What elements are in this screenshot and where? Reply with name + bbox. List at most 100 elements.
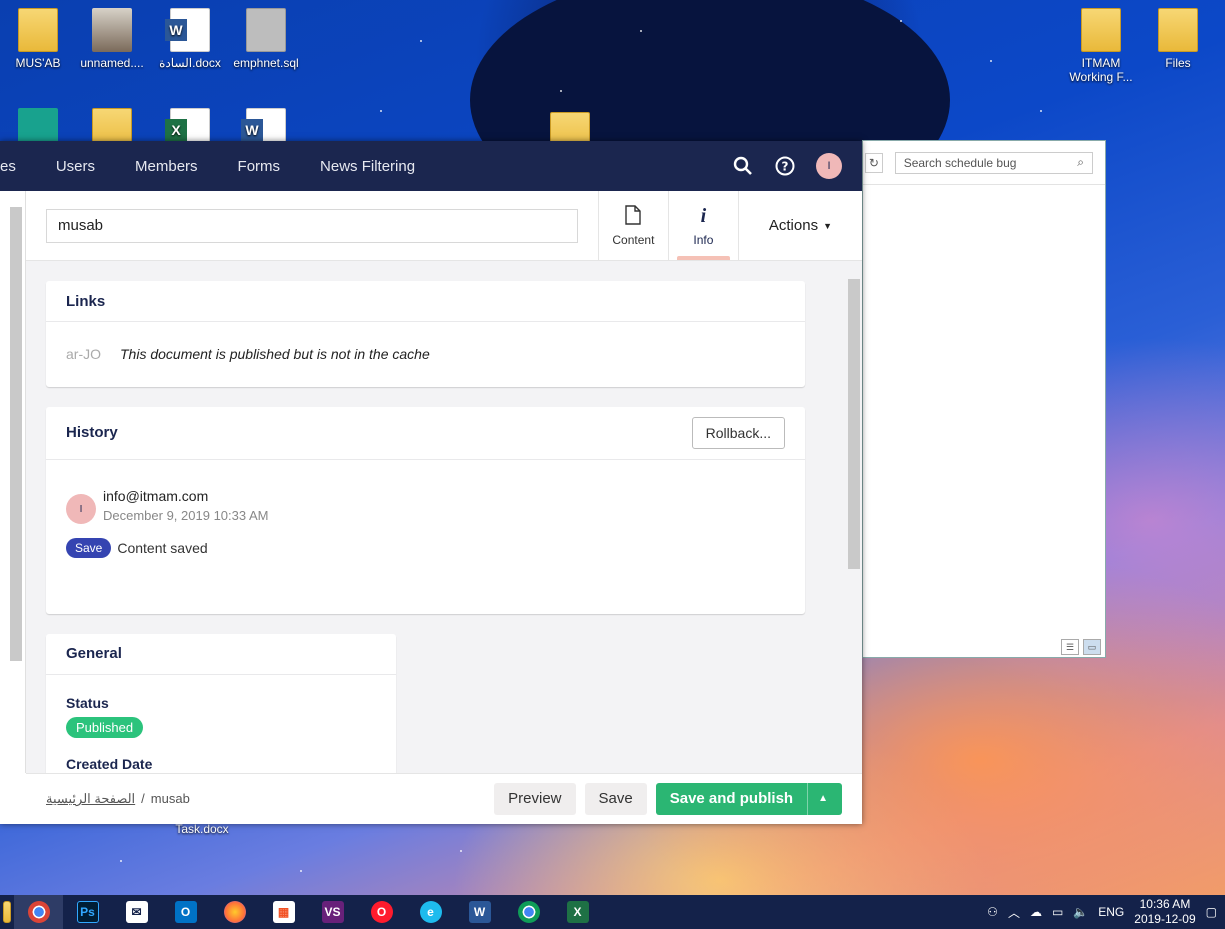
sql-file-icon — [246, 8, 286, 52]
taskbar-mail[interactable]: ✉ — [112, 895, 161, 929]
general-title: General — [46, 634, 396, 675]
clock[interactable]: 10:36 AM 2019-12-09 — [1134, 897, 1195, 927]
taskbar-internet-explorer[interactable]: e — [406, 895, 455, 929]
left-scrollbar[interactable] — [0, 191, 26, 824]
history-user-email: info@itmam.com — [103, 488, 209, 504]
desktop-icon-task-docx[interactable]: Task.docx — [164, 822, 240, 836]
document-icon — [625, 204, 642, 227]
clock-time: 10:36 AM — [1139, 897, 1191, 911]
refresh-icon[interactable]: ↻ — [865, 152, 883, 173]
general-box: General Status Published Created Date — [46, 634, 396, 773]
excel-icon: X — [566, 901, 589, 923]
word-icon: W — [468, 901, 491, 923]
desktop-icon-alsada-docx[interactable]: السادة.docx — [152, 8, 228, 70]
search-icon: ⌕ — [1077, 155, 1084, 169]
node-name-input[interactable]: musab — [46, 209, 578, 243]
outlook-icon: O — [174, 901, 197, 923]
volume-icon[interactable]: 🔈 — [1073, 905, 1088, 919]
language-indicator[interactable]: ENG — [1098, 905, 1124, 919]
history-user-avatar: I — [66, 494, 96, 524]
taskbar-firefox[interactable] — [210, 895, 259, 929]
nav-item-news-filtering[interactable]: News Filtering — [300, 158, 435, 175]
explorer-window: ↻ Search schedule bug ⌕ ☰ ▭ — [862, 140, 1106, 658]
photo-icon — [92, 8, 132, 52]
link-status-message: This document is published but is not in… — [120, 346, 430, 362]
network-icon[interactable]: ▭ — [1052, 905, 1063, 919]
editor-footer: الصفحة الرئيسية / musab Preview Save Sav… — [26, 773, 862, 824]
link-language: ar-JO — [66, 346, 101, 362]
actions-dropdown[interactable]: Actions ▼ — [737, 191, 862, 260]
status-badge: Published — [66, 717, 144, 738]
details-view-icon[interactable]: ☰ — [1061, 639, 1079, 655]
search-icon[interactable] — [732, 155, 754, 177]
taskbar-outlook[interactable]: O — [161, 895, 210, 929]
taskbar-chrome[interactable] — [14, 895, 63, 929]
history-entry: I info@itmam.com December 9, 2019 10:33 … — [46, 460, 805, 524]
tab-info[interactable]: i Info — [667, 191, 738, 260]
breadcrumb-home[interactable]: الصفحة الرئيسية — [46, 791, 135, 807]
opera-icon: O — [370, 901, 393, 923]
firefox-icon — [223, 901, 246, 923]
cms-window: es Users Members Forms News Filtering ? … — [0, 141, 862, 824]
desktop-icon-files[interactable]: Files — [1140, 8, 1216, 70]
caret-down-icon: ▼ — [823, 220, 832, 231]
save-button[interactable]: Save — [584, 783, 647, 815]
chrome-icon — [27, 901, 50, 923]
tab-content[interactable]: Content — [597, 191, 668, 260]
nav-item-partial[interactable]: es — [0, 158, 36, 175]
user-avatar[interactable]: I — [816, 153, 842, 179]
svg-text:?: ? — [782, 160, 789, 174]
help-icon[interactable]: ? — [774, 155, 796, 177]
caret-up-icon[interactable]: ▲ — [807, 783, 828, 815]
nav-item-members[interactable]: Members — [115, 158, 218, 175]
visual-studio-icon: VS — [321, 901, 344, 923]
links-box: Links ar-JO This document is published b… — [46, 281, 805, 387]
folder-icon — [18, 8, 58, 52]
desktop-icon-emphnet-sql[interactable]: emphnet.sql — [228, 8, 304, 70]
history-action: Save Content saved — [46, 524, 805, 572]
preview-view-icon[interactable]: ▭ — [1083, 639, 1101, 655]
taskbar-photoshop[interactable]: Ps — [63, 895, 112, 929]
mail-icon: ✉ — [125, 901, 148, 923]
taskbar-store[interactable]: ▦ — [259, 895, 308, 929]
desktop-icon-itmam[interactable]: ITMAM Working F... — [1063, 8, 1139, 84]
taskbar-chrome-2[interactable] — [504, 895, 553, 929]
footer-left-strip — [0, 773, 26, 824]
chrome-icon — [517, 901, 540, 923]
rollback-button[interactable]: Rollback... — [691, 417, 785, 449]
breadcrumb: الصفحة الرئيسية / musab — [26, 791, 190, 807]
nav-item-users[interactable]: Users — [36, 158, 115, 175]
taskbar-opera[interactable]: O — [357, 895, 406, 929]
taskbar: Ps ✉ O ▦ VS O e W X ⚇ ︿ ☁ ▭ 🔈 ENG 10:36 … — [0, 895, 1225, 929]
content-scrollbar[interactable] — [846, 261, 862, 773]
onedrive-icon[interactable]: ☁ — [1030, 905, 1042, 919]
desktop-icon-unnamed[interactable]: unnamed.... — [74, 8, 150, 70]
internet-explorer-icon: e — [419, 901, 442, 923]
preview-button[interactable]: Preview — [494, 783, 576, 815]
folder-icon — [3, 901, 11, 923]
chevron-up-icon[interactable]: ︿ — [1008, 904, 1020, 921]
info-icon: i — [700, 204, 707, 227]
people-icon[interactable]: ⚇ — [987, 905, 998, 919]
folder-icon — [1158, 8, 1198, 52]
taskbar-file-explorer[interactable] — [0, 895, 14, 929]
status-label: Status — [66, 695, 109, 711]
store-icon: ▦ — [272, 901, 295, 923]
photoshop-icon: Ps — [76, 901, 99, 923]
save-and-publish-button[interactable]: Save and publish ▲ — [655, 783, 842, 815]
taskbar-excel[interactable]: X — [553, 895, 602, 929]
explorer-search-input[interactable]: Search schedule bug ⌕ — [894, 151, 1093, 174]
history-action-text: Content saved — [117, 540, 208, 556]
history-date: December 9, 2019 10:33 AM — [103, 508, 269, 523]
save-badge: Save — [66, 538, 112, 558]
created-date-label: Created Date — [66, 756, 153, 772]
editor-header: musab Content i Info Actions ▼ — [26, 191, 862, 261]
nav-item-forms[interactable]: Forms — [218, 158, 301, 175]
system-tray: ⚇ ︿ ☁ ▭ 🔈 ENG 10:36 AM 2019-12-09 ▢ — [987, 897, 1225, 927]
action-center-icon[interactable]: ▢ — [1206, 905, 1217, 919]
taskbar-word[interactable]: W — [455, 895, 504, 929]
taskbar-visual-studio[interactable]: VS — [308, 895, 357, 929]
breadcrumb-separator: / — [141, 791, 145, 806]
info-panel: Links ar-JO This document is published b… — [26, 261, 846, 773]
desktop-icon-musab[interactable]: MUS'AB — [0, 8, 76, 70]
